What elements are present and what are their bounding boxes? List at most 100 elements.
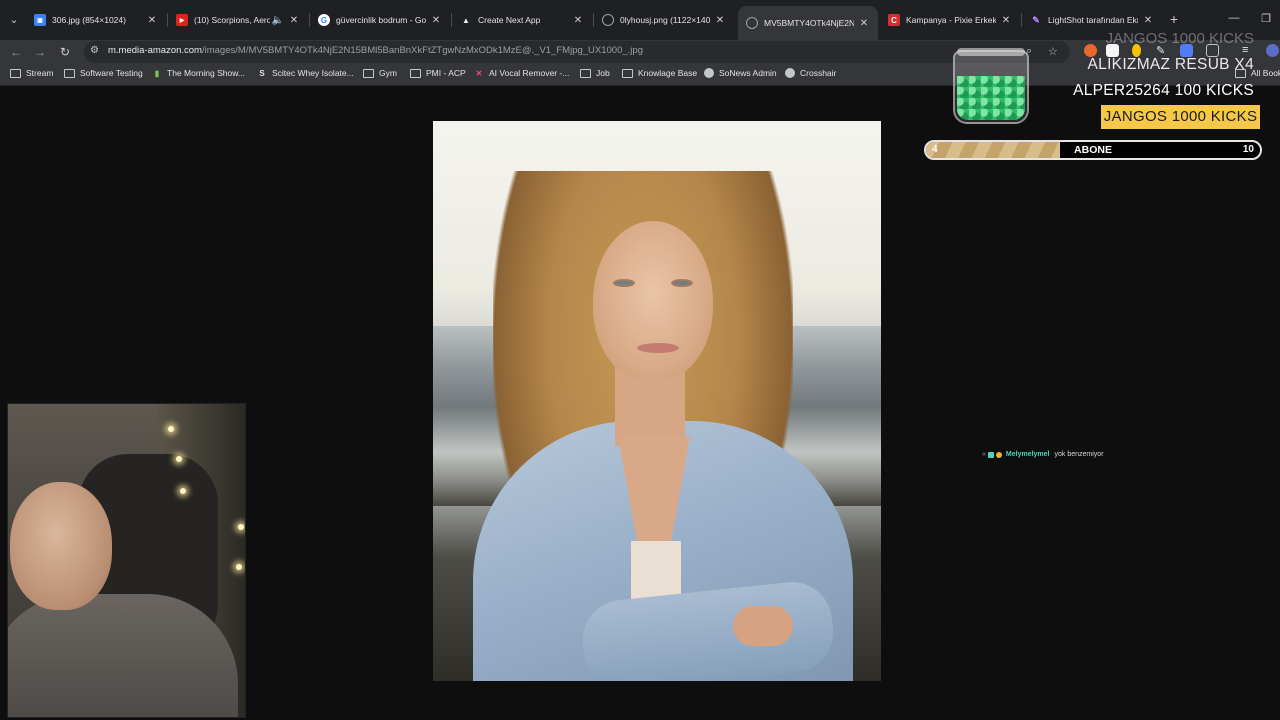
tab-image-0lyhousj[interactable]: 0lyhousj.png (1122×1402) ✕ (594, 6, 734, 34)
face-shape (593, 221, 713, 381)
url-path: /images/M/MV5BMTY4OTk4NjE2N15BMl5BanBnXk… (201, 45, 643, 56)
displayed-portrait-image[interactable] (433, 121, 881, 681)
folder-icon (10, 68, 21, 78)
eye-shape (671, 279, 693, 287)
speaker-icon[interactable]: 🔈 (272, 15, 284, 26)
bookmark-knowlage-base[interactable]: Knowlage Base (622, 68, 697, 78)
bookmark-pmi-acp[interactable]: PMI - ACP (410, 68, 466, 78)
bookmark-label: Knowlage Base (638, 68, 698, 78)
bookmark-morning-show[interactable]: ▮ The Morning Show... (152, 68, 245, 78)
tab-active-image[interactable]: MV5BMTY4OTk4NjE2N1 ✕ (738, 6, 878, 40)
tab-search-icon[interactable]: ⌄ (6, 12, 22, 28)
globe-icon (785, 68, 795, 78)
tab-title: güvercinlik bodrum - Google (336, 15, 426, 25)
folder-icon (622, 68, 633, 78)
feather-icon: ✎ (1032, 14, 1040, 25)
chat-username: Melymelymel (1005, 451, 1050, 458)
google-icon: G (318, 14, 330, 26)
goal-label: ABONE (1074, 144, 1112, 156)
string-light-icon (168, 426, 174, 432)
bookmark-label: PMI - ACP (426, 68, 466, 78)
tab-separator (593, 13, 594, 27)
reload-icon[interactable]: ↻ (57, 44, 73, 60)
tab-google-search[interactable]: G güvercinlik bodrum - Google ✕ (310, 6, 450, 34)
bookmark-label: Scitec Whey Isolate... (272, 68, 354, 78)
site-info-icon[interactable]: ⚙ (90, 45, 99, 56)
tab-separator (309, 13, 310, 27)
hand-shape (733, 606, 793, 646)
image-icon: ▣ (34, 14, 46, 26)
url-text[interactable]: m.media-amazon.com/images/M/MV5BMTY4OTk4… (108, 45, 643, 56)
tab-title: Kampanya - Pixie Erkek Ö (906, 15, 996, 25)
tab-separator (451, 13, 452, 27)
close-icon[interactable]: ✕ (572, 15, 584, 26)
tab-create-next-app[interactable]: ▲ Create Next App ✕ (452, 6, 592, 34)
close-icon[interactable]: ✕ (1000, 15, 1012, 26)
string-light-icon (176, 456, 182, 462)
address-bar[interactable]: ⚙ m.media-amazon.com/images/M/MV5BMTY4OT… (84, 41, 1070, 63)
folder-icon (580, 68, 591, 78)
url-host: m.media-amazon.com (108, 45, 202, 56)
lips-shape (637, 343, 679, 353)
store-icon: C (888, 14, 900, 26)
alert-line-resub: ALIKIZMAZ RESUB X4 (1087, 56, 1254, 73)
bookmark-label: Gym (379, 68, 397, 78)
folder-icon (410, 68, 421, 78)
gift-jar-lid (957, 48, 1025, 56)
profile-avatar[interactable] (1266, 44, 1279, 57)
chat-text: yok benzemiyor (1054, 451, 1104, 458)
globe-icon (704, 68, 714, 78)
bookmark-star-icon[interactable]: ☆ (1048, 45, 1058, 58)
bookmark-software-testing[interactable]: Software Testing (64, 68, 143, 78)
eye-shape (613, 279, 635, 287)
string-light-icon (238, 524, 244, 530)
bookmark-scitec[interactable]: S Scitec Whey Isolate... (257, 68, 354, 78)
gift-jar-fill (957, 76, 1025, 120)
minimize-icon[interactable]: — (1226, 12, 1242, 24)
bookmark-job[interactable]: Job (580, 68, 610, 78)
tab-image-306[interactable]: ▣ 306.jpg (854×1024) ✕ (26, 6, 166, 34)
webcam-overlay (7, 403, 246, 718)
tab-separator (167, 13, 168, 27)
tab-title: LightShot tarafından Ekran (1048, 15, 1138, 25)
bookmark-label: SoNews Admin (719, 68, 777, 78)
bookmark-label: The Morning Show... (167, 68, 245, 78)
vocal-icon: ✕ (475, 68, 483, 78)
goal-target: 10 (1242, 144, 1254, 155)
scitec-icon: S (259, 68, 265, 78)
alert-ghost-text: JANGOS 1000 KICKS (1105, 30, 1254, 47)
youtube-icon: ▶ (176, 14, 188, 26)
close-icon[interactable]: ✕ (714, 15, 726, 26)
tab-separator (1021, 13, 1022, 27)
close-icon[interactable]: ✕ (858, 18, 870, 29)
tab-title: (10) Scorpions, Aerosmith (194, 15, 270, 25)
close-icon[interactable]: ✕ (430, 15, 442, 26)
back-icon[interactable]: ← (8, 44, 24, 60)
webcam-person-body (8, 594, 238, 717)
close-icon[interactable]: ✕ (146, 15, 158, 26)
bookmark-stream[interactable]: Stream (10, 68, 53, 78)
chat-message: « Melymelymel yok benzemiyor (982, 451, 1104, 458)
tab-title: Create Next App (478, 15, 541, 25)
subscriber-goal-bar: 4 ABONE 10 (924, 140, 1262, 160)
badge-icon (987, 451, 994, 458)
bookmark-label: All Book (1251, 68, 1280, 78)
chat-arrow-icon: « (982, 451, 986, 458)
close-icon[interactable]: ✕ (1142, 15, 1154, 26)
tab-youtube[interactable]: ▶ (10) Scorpions, Aerosmith 🔈 ✕ (168, 6, 308, 34)
maximize-icon[interactable]: ❐ (1258, 12, 1274, 25)
bookmark-label: Job (596, 68, 610, 78)
bookmark-label: AI Vocal Remover -... (489, 68, 570, 78)
tab-title: MV5BMTY4OTk4NjE2N1 (764, 18, 854, 28)
globe-icon (602, 14, 614, 26)
forward-icon[interactable]: → (32, 44, 48, 60)
bookmark-sonews-admin[interactable]: SoNews Admin (704, 68, 777, 78)
bookmark-crosshair[interactable]: Crosshair (785, 68, 836, 78)
new-tab-icon[interactable]: + (1166, 12, 1182, 26)
folder-icon (363, 68, 374, 78)
bookmark-gym[interactable]: Gym (363, 68, 397, 78)
bookmark-vocal-remover[interactable]: ✕ AI Vocal Remover -... (474, 68, 570, 78)
tab-title: 306.jpg (854×1024) (52, 15, 126, 25)
close-icon[interactable]: ✕ (288, 15, 300, 26)
tab-kampanya[interactable]: C Kampanya - Pixie Erkek Ö ✕ (880, 6, 1020, 34)
